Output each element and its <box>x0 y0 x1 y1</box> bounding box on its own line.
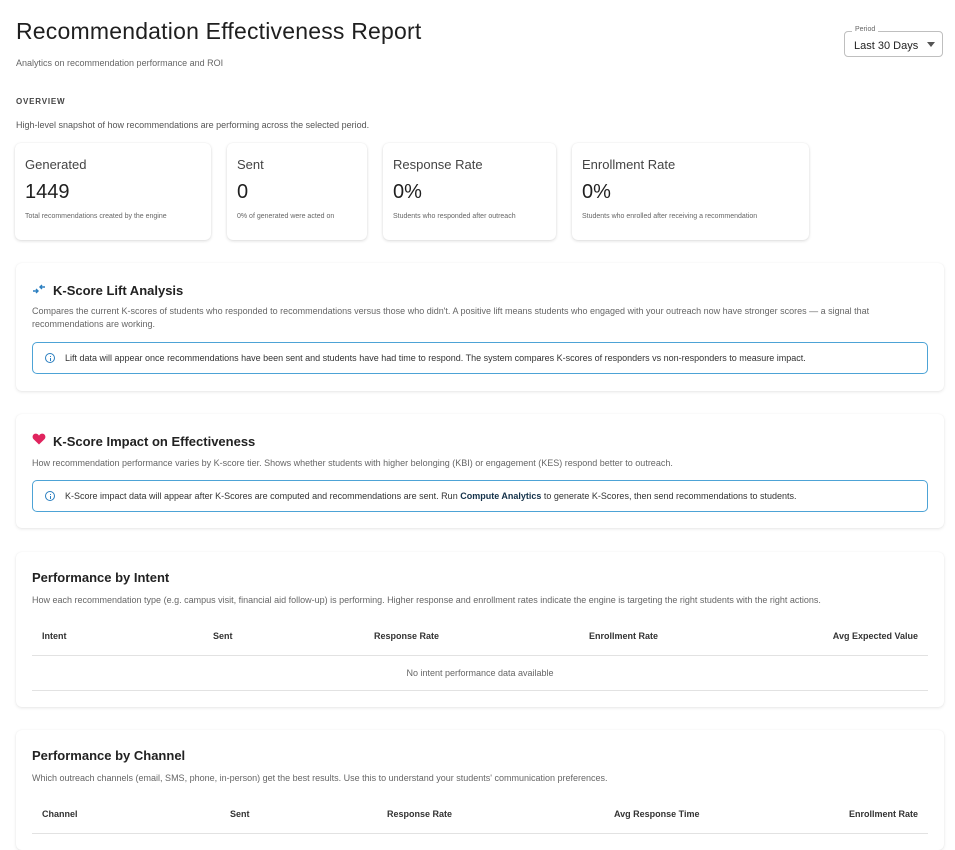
compute-analytics-label: Compute Analytics <box>460 491 542 501</box>
column-header-avg-expected-value[interactable]: Avg Expected Value <box>833 631 918 641</box>
table-header: Intent Sent Response Rate Enrollment Rat… <box>32 619 928 656</box>
section-title: Performance by Channel <box>32 748 186 763</box>
column-header-sent[interactable]: Sent <box>213 631 233 641</box>
period-select[interactable]: Period Last 30 Days <box>844 26 943 57</box>
info-text: K-Score impact data will appear after K-… <box>65 491 797 501</box>
section-title: K-Score Lift Analysis <box>53 282 184 298</box>
stat-card-label: Enrollment Rate <box>582 157 676 172</box>
chevron-down-icon <box>927 42 935 47</box>
info-text-post: to generate K-Scores, then send recommen… <box>541 491 797 501</box>
overview-description: High-level snapshot of how recommendatio… <box>16 120 370 130</box>
column-header-response-rate[interactable]: Response Rate <box>387 809 452 819</box>
stat-card-response-rate: Response Rate 0% Students who responded … <box>383 143 556 240</box>
table-empty-row: No intent performance data available <box>32 656 928 691</box>
stat-card-enrollment-rate: Enrollment Rate 0% Students who enrolled… <box>572 143 809 240</box>
stat-card-generated: Generated 1449 Total recommendations cre… <box>15 143 211 240</box>
lift-analysis-section: K-Score Lift Analysis Compares the curre… <box>16 263 944 391</box>
table-header: Channel Sent Response Rate Avg Response … <box>32 797 928 834</box>
stat-card-value: 1449 <box>25 181 70 203</box>
channel-table: Channel Sent Response Rate Avg Response … <box>32 797 928 834</box>
column-header-sent[interactable]: Sent <box>230 809 250 819</box>
column-header-enrollment-rate[interactable]: Enrollment Rate <box>849 809 918 819</box>
column-header-enrollment-rate[interactable]: Enrollment Rate <box>589 631 658 641</box>
page-title: Recommendation Effectiveness Report <box>16 18 422 44</box>
column-header-response-rate[interactable]: Response Rate <box>374 631 439 641</box>
stat-card-note: 0% of generated were acted on <box>237 213 335 220</box>
overview-label: OVERVIEW <box>16 97 66 106</box>
column-header-channel[interactable]: Channel <box>42 809 78 819</box>
channel-section: Performance by Channel Which outreach ch… <box>16 730 944 850</box>
stat-card-note: Students who responded after outreach <box>393 213 516 220</box>
trend-arrows-icon <box>32 281 46 299</box>
info-icon <box>45 353 55 363</box>
heart-icon <box>32 432 46 450</box>
column-header-intent[interactable]: Intent <box>42 631 67 641</box>
stat-card-label: Sent <box>237 157 264 172</box>
stat-card-value: 0% <box>393 181 422 203</box>
stat-card-label: Response Rate <box>393 157 483 172</box>
section-description: How each recommendation type (e.g. campu… <box>32 595 821 605</box>
info-text: Lift data will appear once recommendatio… <box>65 353 806 363</box>
stat-card-sent: Sent 0 0% of generated were acted on <box>227 143 367 240</box>
stat-card-value: 0% <box>582 181 611 203</box>
section-description: How recommendation performance varies by… <box>32 458 673 468</box>
stat-card-note: Total recommendations created by the eng… <box>25 213 167 220</box>
stat-card-value: 0 <box>237 181 249 203</box>
info-alert: K-Score impact data will appear after K-… <box>32 480 928 512</box>
stat-card-label: Generated <box>25 157 87 172</box>
period-label: Period <box>852 26 879 33</box>
impact-section: K-Score Impact on Effectiveness How reco… <box>16 414 944 528</box>
intent-section: Performance by Intent How each recommend… <box>16 552 944 707</box>
info-alert: Lift data will appear once recommendatio… <box>32 342 928 374</box>
page-subtitle: Analytics on recommendation performance … <box>16 58 224 68</box>
section-title: Performance by Intent <box>32 570 170 585</box>
column-header-avg-response-time[interactable]: Avg Response Time <box>614 809 700 819</box>
section-description: Which outreach channels (email, SMS, pho… <box>32 773 608 783</box>
intent-table: Intent Sent Response Rate Enrollment Rat… <box>32 619 928 691</box>
section-description: Compares the current K-scores of student… <box>32 306 870 329</box>
section-title: K-Score Impact on Effectiveness <box>53 433 256 449</box>
period-value: Last 30 Days <box>854 40 919 52</box>
info-text-pre: K-Score impact data will appear after K-… <box>65 491 461 501</box>
stat-card-note: Students who enrolled after receiving a … <box>582 213 758 220</box>
info-icon <box>45 491 55 501</box>
